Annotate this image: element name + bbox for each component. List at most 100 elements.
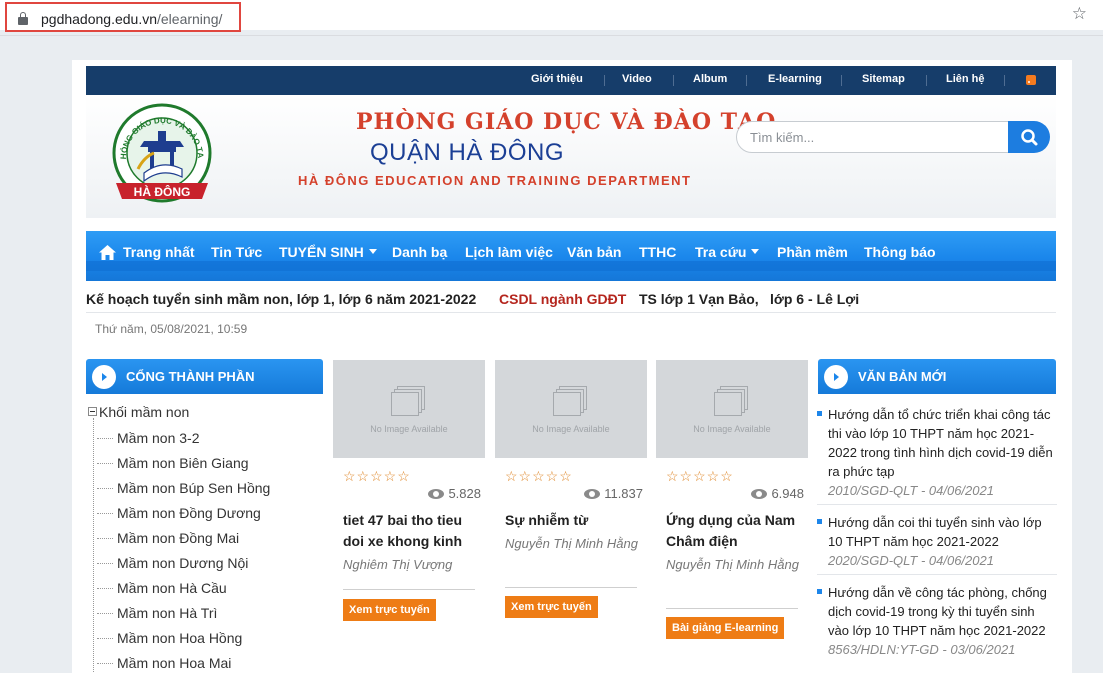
topnav-separator: [604, 75, 605, 86]
tree-item[interactable]: Mầm non Hà Trì: [96, 605, 217, 621]
tree-item[interactable]: Mầm non Hà Cầu: [97, 580, 227, 596]
document-meta: 2020/SGD-QLT - 04/06/2021: [828, 553, 994, 568]
current-date: Thứ năm, 05/08/2021, 10:59: [95, 322, 248, 336]
tree-item[interactable]: Mầm non Hoa Hồng: [96, 630, 242, 646]
elearning-lecture-button[interactable]: Bài giảng E-learning: [666, 617, 785, 639]
collapse-icon[interactable]: [88, 407, 97, 416]
view-count: 6.948: [751, 486, 804, 501]
search-button[interactable]: [1008, 121, 1050, 153]
browser-address-bar: pgdhadong.edu.vn/elearning/ ☆: [0, 0, 1103, 32]
nav-trang-nhat[interactable]: Trang nhất: [123, 244, 195, 260]
lock-icon: [18, 12, 28, 25]
eye-icon: [584, 489, 601, 499]
nav-tin-tuc[interactable]: Tin Tức: [211, 244, 262, 260]
right-sidebar-header: VĂN BẢN MỚI: [818, 359, 1056, 394]
tree-item[interactable]: Mầm non 3-2: [96, 430, 199, 446]
view-count-value: 6.948: [771, 486, 804, 501]
eye-icon: [428, 489, 445, 499]
course-thumbnail[interactable]: No Image Available: [656, 360, 808, 458]
browser-separator: [0, 35, 1103, 36]
image-placeholder-icon: [553, 386, 587, 416]
rating-stars[interactable]: ☆☆☆☆☆: [505, 468, 573, 485]
view-count-value: 11.837: [604, 486, 643, 501]
url-path: /elearning/: [157, 11, 223, 27]
watch-online-button[interactable]: Xem trực tuyến: [505, 596, 598, 618]
course-card: No Image Available ☆☆☆☆☆ 11.837 Sự nhiễm…: [495, 360, 647, 673]
course-title[interactable]: Sự nhiễm từ: [505, 510, 643, 531]
image-placeholder-icon: [391, 386, 425, 416]
nav-thong-bao[interactable]: Thông báo: [864, 244, 936, 260]
document-meta: 8563/HDLN:YT-GD - 03/06/2021: [828, 642, 1016, 657]
tree-item[interactable]: Mầm non Hoa Mai: [96, 655, 231, 671]
rating-stars[interactable]: ☆☆☆☆☆: [666, 468, 734, 485]
search-bar: [736, 121, 1050, 154]
course-thumbnail[interactable]: No Image Available: [495, 360, 647, 458]
nav-danh-ba[interactable]: Danh bạ: [392, 244, 447, 260]
bullet-icon: [817, 589, 822, 594]
view-count-value: 5.828: [448, 486, 481, 501]
topnav-gioi-thieu[interactable]: Giới thiệu: [531, 73, 583, 85]
bookmark-star-icon[interactable]: ☆: [1072, 4, 1087, 24]
top-navigation: Giới thiệu Video Album E-learning Sitema…: [86, 66, 1056, 95]
topnav-sitemap[interactable]: Sitemap: [862, 73, 905, 85]
topnav-video[interactable]: Video: [622, 73, 652, 85]
ticker-item[interactable]: TS lớp 1 Vạn Bảo,: [639, 291, 759, 307]
header-title-line3: HÀ ĐÔNG EDUCATION AND TRAINING DEPARTMEN…: [298, 173, 692, 188]
url-host: pgdhadong.edu.vn: [41, 11, 157, 27]
rating-stars[interactable]: ☆☆☆☆☆: [343, 468, 411, 485]
card-divider: [505, 587, 637, 588]
tree-root[interactable]: Khối mầm non: [88, 404, 189, 420]
nav-tra-cuu[interactable]: Tra cứu: [695, 244, 760, 260]
nav-phan-mem[interactable]: Phần mềm: [777, 244, 848, 260]
header-title-line2: QUẬN HÀ ĐÔNG: [370, 139, 565, 166]
nav-van-ban[interactable]: Văn bản: [567, 244, 621, 260]
news-ticker: Kế hoạch tuyển sinh mầm non, lớp 1, lớp …: [86, 281, 1056, 313]
search-input[interactable]: [736, 121, 1012, 153]
document-title[interactable]: Hướng dẫn coi thi tuyển sinh vào lớp 10 …: [828, 513, 1057, 551]
topnav-separator: [841, 75, 842, 86]
topnav-album[interactable]: Album: [693, 73, 727, 85]
bullet-icon: [817, 411, 822, 416]
tree-item[interactable]: Mầm non Dương Nội: [96, 555, 248, 571]
topnav-lien-he[interactable]: Liên hệ: [946, 73, 985, 85]
header-title-line1: PHÒNG GIÁO DỤC VÀ ĐÀO TẠO: [356, 109, 777, 135]
left-sidebar-header: CỔNG THÀNH PHẦN: [86, 359, 323, 394]
department-logo[interactable]: PHÒNG GIÁO DỤC VÀ ĐÀO TẠO HÀ ĐÔNG: [110, 103, 214, 207]
tree-item[interactable]: Mầm non Đồng Dương: [97, 505, 261, 521]
document-title[interactable]: Hướng dẫn về công tác phòng, chống dịch …: [828, 583, 1057, 640]
document-title[interactable]: Hướng dẫn tổ chức triển khai công tác th…: [828, 405, 1057, 481]
document-meta: 2010/SGD-QLT - 04/06/2021: [828, 483, 994, 498]
course-card: No Image Available ☆☆☆☆☆ 6.948 Ứng dụng …: [656, 360, 808, 673]
no-image-label: No Image Available: [532, 424, 610, 434]
topnav-e-learning[interactable]: E-learning: [768, 73, 822, 85]
document-divider: [817, 504, 1057, 505]
home-icon[interactable]: [99, 245, 116, 260]
ticker-item[interactable]: Kế hoạch tuyển sinh mầm non, lớp 1, lớp …: [86, 291, 476, 307]
url-text[interactable]: pgdhadong.edu.vn/elearning/: [41, 11, 222, 27]
rss-icon[interactable]: [1026, 75, 1036, 85]
eye-icon: [751, 489, 768, 499]
nav-tthc[interactable]: TTHC: [639, 244, 676, 260]
nav-lich-lam-viec[interactable]: Lịch làm việc: [465, 244, 553, 260]
course-title[interactable]: tiet 47 bai tho tieu doi xe khong kinh: [343, 510, 481, 552]
no-image-label: No Image Available: [693, 424, 771, 434]
course-thumbnail[interactable]: No Image Available: [333, 360, 485, 458]
url-bar[interactable]: pgdhadong.edu.vn/elearning/: [5, 2, 241, 32]
tree-item[interactable]: Mầm non Đồng Mai: [96, 530, 239, 546]
course-card: No Image Available ☆☆☆☆☆ 5.828 tiet 47 b…: [333, 360, 485, 673]
right-sidebar-title: VĂN BẢN MỚI: [858, 369, 947, 384]
web-page: Giới thiệu Video Album E-learning Sitema…: [72, 60, 1072, 673]
nav-stripe: [86, 261, 1056, 271]
ticker-item[interactable]: lớp 6 - Lê Lợi: [770, 291, 859, 307]
watch-online-button[interactable]: Xem trực tuyến: [343, 599, 436, 621]
tree-item[interactable]: Mầm non Búp Sen Hồng: [96, 480, 270, 496]
nav-tuyen-sinh[interactable]: TUYỂN SINH: [279, 244, 377, 260]
tree-item[interactable]: Mầm non Biên Giang: [97, 455, 249, 471]
ticker-item-highlight[interactable]: CSDL ngành GDĐT: [499, 291, 626, 307]
view-count: 5.828: [428, 486, 481, 501]
arrow-bullet-icon: [824, 365, 848, 389]
course-title[interactable]: Ứng dụng của Nam Châm điện: [666, 510, 804, 552]
card-divider: [666, 608, 798, 609]
search-icon: [1021, 129, 1038, 146]
bullet-icon: [817, 519, 822, 524]
